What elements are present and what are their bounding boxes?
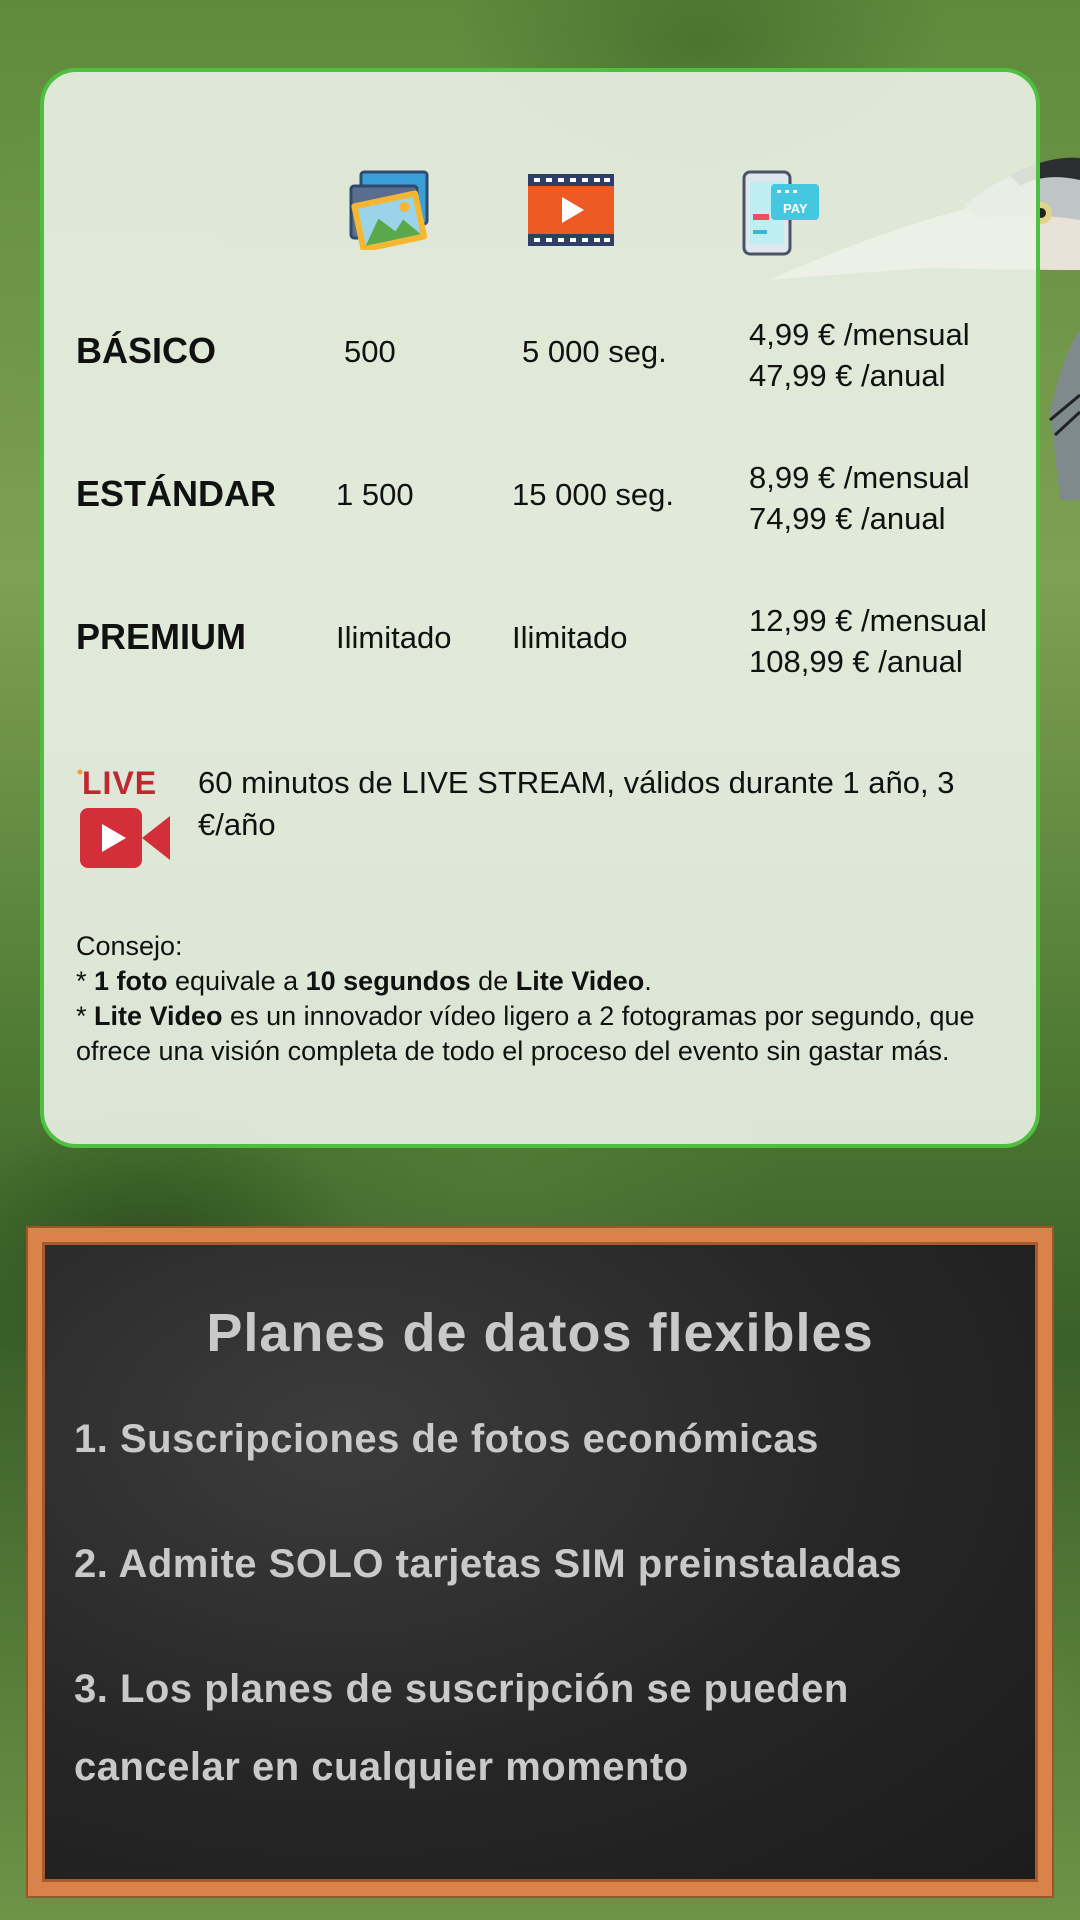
price-monthly: 8,99 € /mensual: [749, 460, 970, 495]
bullet: *: [76, 1001, 95, 1031]
text: equivale a: [167, 966, 306, 996]
price-monthly: 12,99 € /mensual: [749, 603, 987, 638]
pricing-card: PAY BÁSICO 500 5 000 seg. 4,99 € /mensua…: [40, 68, 1040, 1148]
text: .: [644, 966, 652, 996]
plan-price-estandar: 8,99 € /mensual 74,99 € /anual: [749, 457, 970, 539]
plan-video-premium: Ilimitado: [512, 620, 628, 655]
video-icon: [528, 174, 614, 246]
svg-text:LIVE: LIVE: [82, 765, 157, 801]
board-title: Planes de datos flexibles: [206, 1303, 874, 1363]
emphasis: 10 segundos: [305, 966, 471, 996]
plan-price-basico: 4,99 € /mensual 47,99 € /anual: [749, 314, 970, 396]
phone-pay-icon: PAY: [742, 170, 819, 256]
plan-price-premium: 12,99 € /mensual 108,99 € /anual: [749, 600, 987, 682]
plan-photos-estandar: 1 500: [336, 477, 414, 512]
bullet: *: [76, 966, 95, 996]
tip-line-1: * 1 foto equivale a 10 segundos de Lite …: [76, 964, 1006, 999]
plan-name-estandar: ESTÁNDAR: [76, 473, 277, 514]
plan-name-basico: BÁSICO: [76, 330, 217, 371]
plan-name-premium: PREMIUM: [76, 616, 246, 657]
tips-section: Consejo: * 1 foto equivale a 10 segundos…: [76, 929, 1006, 1069]
chalkboard: Planes de datos flexibles 1. Suscripcion…: [28, 1228, 1052, 1896]
live-camera-icon: LIVE: [77, 765, 170, 868]
board-item-3: 3. Los planes de suscripción se pueden c…: [74, 1667, 849, 1789]
price-yearly: 108,99 € /anual: [749, 644, 963, 679]
board-item-2: 2. Admite SOLO tarjetas SIM preinstalada…: [74, 1542, 903, 1586]
price-yearly: 74,99 € /anual: [749, 501, 946, 536]
board-item-1: 1. Suscripciones de fotos económicas: [74, 1417, 819, 1461]
plan-photos-basico: 500: [344, 334, 396, 369]
emphasis: 1 foto: [94, 966, 168, 996]
emphasis: Lite Video: [94, 1001, 223, 1031]
text: de: [470, 966, 516, 996]
plan-video-estandar: 15 000 seg.: [512, 477, 675, 512]
price-monthly: 4,99 € /mensual: [749, 317, 970, 352]
tip-line-2: * Lite Video es un innovador vídeo liger…: [76, 999, 1006, 1069]
photos-icon: [349, 170, 429, 250]
tips-title: Consejo:: [76, 931, 183, 961]
svg-text:PAY: PAY: [783, 201, 808, 216]
plan-photos-premium: Ilimitado: [336, 620, 452, 655]
emphasis: Lite Video: [515, 966, 645, 996]
live-stream-text: 60 minutos de LIVE STREAM, válidos duran…: [198, 765, 955, 842]
price-yearly: 47,99 € /anual: [749, 358, 946, 393]
plan-video-basico: 5 000 seg.: [522, 334, 667, 369]
